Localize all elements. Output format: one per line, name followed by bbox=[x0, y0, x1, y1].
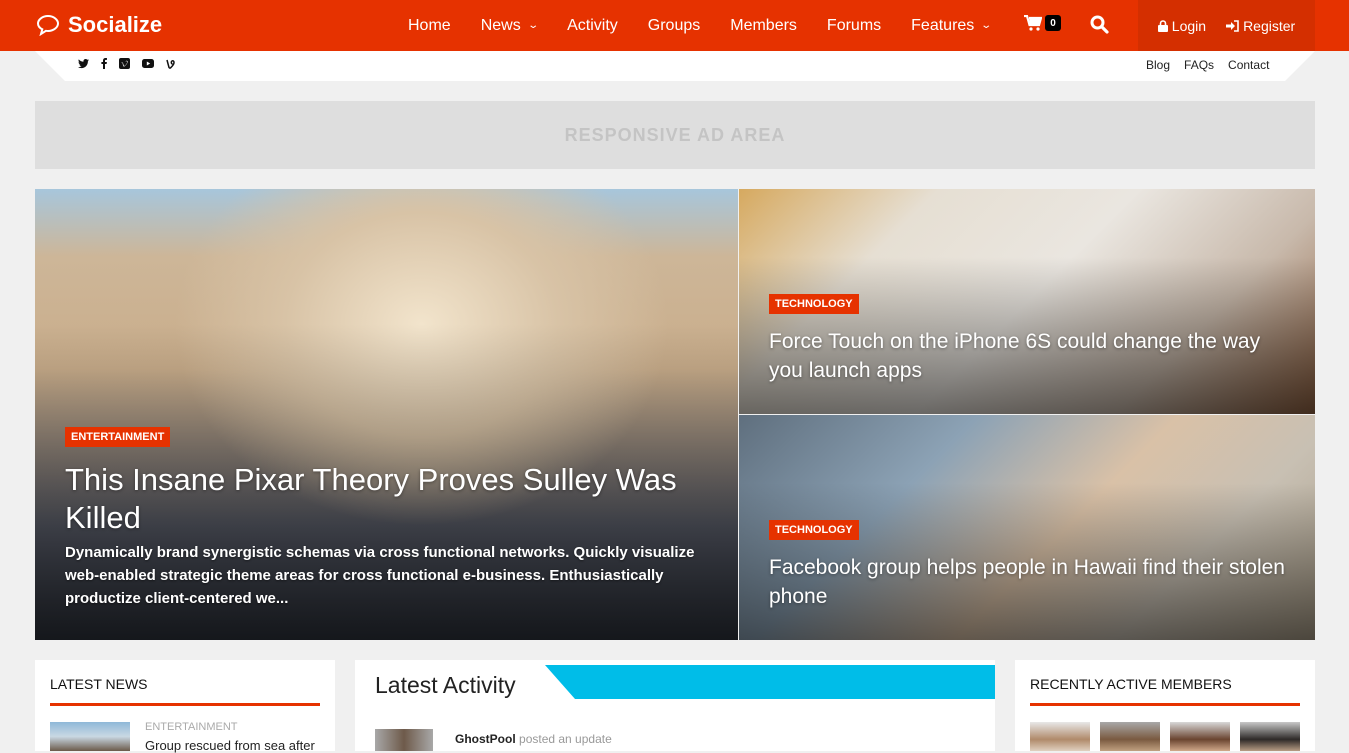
twitter-icon[interactable] bbox=[78, 58, 89, 69]
nav-label: Activity bbox=[567, 16, 618, 34]
widget-divider bbox=[1030, 703, 1300, 706]
chevron-down-icon: ⌄ bbox=[980, 20, 993, 31]
post-title[interactable]: Facebook group helps people in Hawaii fi… bbox=[769, 553, 1289, 611]
facebook-icon[interactable] bbox=[101, 58, 107, 69]
nav-home[interactable]: Home bbox=[408, 17, 451, 35]
category-tag[interactable]: TECHNOLOGY bbox=[769, 294, 859, 314]
nav-features[interactable]: Features ⌄ bbox=[911, 16, 993, 35]
member-avatars bbox=[1030, 722, 1310, 751]
post-excerpt: Dynamically brand synergistic schemas vi… bbox=[65, 544, 695, 607]
member-avatar[interactable] bbox=[1030, 722, 1090, 751]
link-contact[interactable]: Contact bbox=[1228, 58, 1269, 72]
widget-title: RECENTLY ACTIVE MEMBERS bbox=[1030, 676, 1232, 692]
nav-news[interactable]: News ⌄ bbox=[480, 16, 539, 35]
activity-user[interactable]: GhostPool bbox=[455, 732, 516, 746]
nav-forums[interactable]: Forums bbox=[827, 17, 881, 35]
social-links bbox=[78, 58, 189, 69]
site-logo[interactable]: Socialize bbox=[36, 12, 162, 38]
chevron-down-icon: ⌄ bbox=[527, 20, 539, 31]
news-thumbnail[interactable] bbox=[50, 722, 130, 751]
activity-action: posted an update bbox=[519, 732, 612, 746]
news-category[interactable]: ENTERTAINMENT bbox=[145, 721, 238, 733]
ad-area[interactable]: RESPONSIVE AD AREA bbox=[35, 101, 1315, 169]
featured-post-main[interactable]: ENTERTAINMENT This Insane Pixar Theory P… bbox=[35, 189, 738, 640]
cart-count-badge: 0 bbox=[1045, 15, 1061, 31]
link-faqs[interactable]: FAQs bbox=[1184, 58, 1214, 72]
featured-post-bottom[interactable]: TECHNOLOGY Facebook group helps people i… bbox=[739, 415, 1315, 640]
auth-area: Login Register bbox=[1138, 0, 1315, 51]
main-nav: Home News ⌄ Activity Groups Members Forum… bbox=[393, 0, 1006, 51]
latest-news-widget: LATEST NEWS ENTERTAINMENT Group rescued … bbox=[35, 660, 335, 753]
vine-icon[interactable] bbox=[166, 58, 177, 69]
nav-label: News bbox=[480, 16, 521, 34]
member-avatar[interactable] bbox=[1240, 722, 1300, 751]
title-accent-bar bbox=[545, 665, 995, 699]
member-avatar[interactable] bbox=[1170, 722, 1230, 751]
register-label: Register bbox=[1243, 17, 1296, 34]
ad-label: RESPONSIVE AD AREA bbox=[564, 124, 786, 145]
activity-item: GhostPool posted an update bbox=[455, 732, 612, 746]
nav-label: Members bbox=[730, 16, 797, 34]
nav-members[interactable]: Members bbox=[730, 17, 797, 35]
search-button[interactable] bbox=[1090, 15, 1109, 39]
register-button[interactable]: Register bbox=[1226, 18, 1295, 34]
nav-label: Groups bbox=[647, 16, 701, 34]
login-button[interactable]: Login bbox=[1157, 17, 1207, 34]
widget-divider bbox=[50, 703, 320, 706]
site-name: Socialize bbox=[68, 12, 163, 37]
avatar[interactable] bbox=[375, 729, 433, 751]
secondary-bar bbox=[35, 51, 1315, 81]
youtube-icon[interactable] bbox=[142, 59, 154, 68]
vimeo-icon[interactable] bbox=[119, 58, 130, 69]
widget-title: Latest Activity bbox=[375, 672, 516, 698]
search-icon bbox=[1090, 15, 1109, 34]
lock-icon bbox=[1157, 19, 1168, 32]
speech-bubble-icon bbox=[36, 14, 60, 36]
cart-icon bbox=[1024, 15, 1042, 31]
nav-groups[interactable]: Groups bbox=[648, 17, 700, 35]
nav-label: Forums bbox=[826, 16, 882, 34]
nav-label: Features bbox=[911, 16, 975, 34]
category-tag[interactable]: TECHNOLOGY bbox=[769, 520, 859, 540]
secondary-links: Blog FAQs Contact bbox=[1146, 58, 1283, 72]
sign-in-icon bbox=[1226, 19, 1239, 32]
category-tag[interactable]: ENTERTAINMENT bbox=[65, 427, 171, 447]
latest-activity-widget: Latest Activity GhostPool posted an upda… bbox=[355, 660, 995, 751]
nav-label: Home bbox=[408, 16, 451, 34]
post-title[interactable]: Force Touch on the iPhone 6S could chang… bbox=[769, 327, 1289, 385]
member-avatar[interactable] bbox=[1100, 722, 1160, 751]
post-title[interactable]: This Insane Pixar Theory Proves Sulley W… bbox=[65, 461, 705, 537]
active-members-widget: RECENTLY ACTIVE MEMBERS bbox=[1015, 660, 1315, 751]
nav-activity[interactable]: Activity bbox=[567, 17, 618, 35]
featured-post-top[interactable]: TECHNOLOGY Force Touch on the iPhone 6S … bbox=[739, 189, 1315, 414]
widget-title: LATEST NEWS bbox=[50, 676, 148, 692]
link-blog[interactable]: Blog bbox=[1146, 58, 1170, 72]
login-label: Login bbox=[1171, 17, 1207, 34]
cart-button[interactable]: 0 bbox=[1024, 15, 1061, 31]
